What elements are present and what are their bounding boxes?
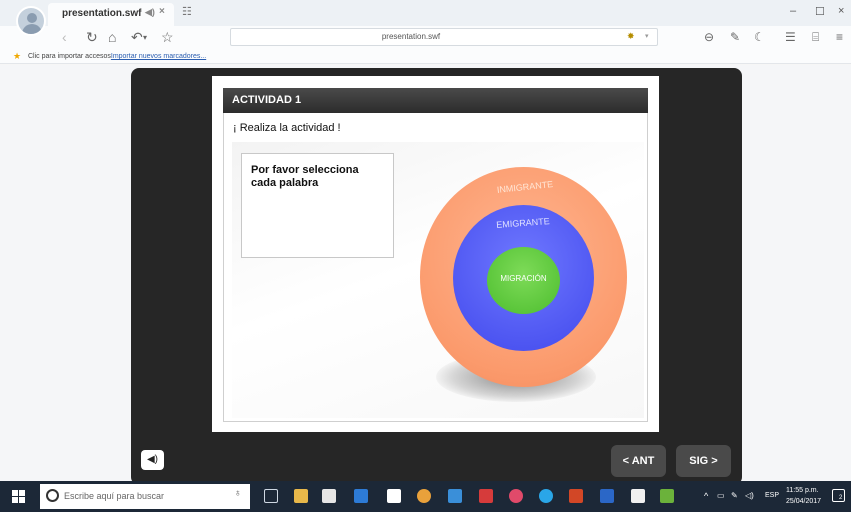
previous-button[interactable]: < ANT xyxy=(611,445,666,477)
activity-title-bar: ACTIVIDAD 1 xyxy=(223,88,648,113)
browser-tab[interactable]: presentation.swf ◀) × xyxy=(48,3,174,26)
main-menu-icon[interactable]: ≡ xyxy=(836,30,843,44)
address-url: presentation.swf xyxy=(381,32,441,41)
favorite-star-icon[interactable]: ☆ xyxy=(161,29,174,46)
prompt-box: Por favor selecciona cada palabra xyxy=(241,153,394,258)
back-icon[interactable]: ‹ xyxy=(62,29,67,45)
tab-list-icon[interactable]: ☷ xyxy=(182,5,192,18)
windows-start-icon[interactable] xyxy=(12,490,26,504)
notification-count: 2 xyxy=(839,495,843,501)
prompt-text: Por favor selecciona cada palabra xyxy=(251,164,359,189)
history-icon[interactable]: ☾ xyxy=(754,30,765,44)
ring-label-migracion: MIGRACIÓN xyxy=(500,274,547,283)
reload-icon[interactable]: ↻ xyxy=(86,29,98,46)
menu-list-icon[interactable]: ☰ xyxy=(785,30,796,44)
next-button[interactable]: SIG > xyxy=(676,445,731,477)
task-view-icon[interactable] xyxy=(264,489,278,503)
word-icon[interactable] xyxy=(600,489,614,503)
speaker-icon[interactable]: ◀) xyxy=(145,7,155,18)
browser-toolbar: ‹ ↻ ⌂ ↶ ▾ ☆ presentation.swf ✸ ▾ ⊖ ✎ ☾ ☰… xyxy=(0,26,851,50)
green-app-icon[interactable] xyxy=(660,489,674,503)
minimize-icon[interactable]: – xyxy=(790,5,796,17)
reading-icon[interactable]: ⊖ xyxy=(704,30,714,44)
tray-chevron-icon[interactable]: ^ xyxy=(704,491,708,501)
store-icon[interactable] xyxy=(322,489,336,503)
tray-time[interactable]: 11:55 p.m. xyxy=(786,487,819,494)
edge-icon[interactable] xyxy=(354,489,368,503)
import-prompt: Clic para importar accesos xyxy=(28,53,111,60)
microphone-icon[interactable]: ♁ xyxy=(234,488,242,499)
cortana-icon xyxy=(46,489,59,502)
audio-toggle-icon[interactable]: ◀) xyxy=(141,450,164,470)
import-bookmarks-link[interactable]: Importar nuevos marcadores... xyxy=(111,53,206,60)
firefox-icon[interactable] xyxy=(417,489,431,503)
active-app-icon[interactable] xyxy=(448,489,462,503)
activity-title: ACTIVIDAD 1 xyxy=(232,94,302,106)
tab-title: presentation.swf xyxy=(62,8,142,19)
bookmarks-bar: ★ Clic para importar accesosImportar nue… xyxy=(0,50,851,64)
screenshot-icon[interactable]: ⌸ xyxy=(812,30,819,45)
extension-icon[interactable]: ✸ xyxy=(627,31,635,42)
bookmark-star-icon: ★ xyxy=(13,51,22,61)
red-app-icon[interactable] xyxy=(479,489,493,503)
powerpoint-icon[interactable] xyxy=(569,489,583,503)
taskbar: Escribe aquí para buscar ♁ ^ ▭ ✎ ◁) ESP … xyxy=(0,481,851,512)
notification-center-icon[interactable]: 2 xyxy=(832,489,845,502)
home-icon[interactable]: ⌂ xyxy=(108,29,116,45)
undo-icon[interactable]: ↶ xyxy=(131,29,143,46)
taskbar-search-box[interactable]: Escribe aquí para buscar xyxy=(40,484,250,509)
skype-icon[interactable] xyxy=(539,489,553,503)
search-placeholder: Escribe aquí para buscar xyxy=(64,491,165,501)
close-tab-icon[interactable]: × xyxy=(159,6,165,17)
document-icon[interactable] xyxy=(387,489,401,503)
tray-language[interactable]: ESP xyxy=(765,492,779,499)
undo-dropdown-icon[interactable]: ▾ xyxy=(143,33,147,42)
tray-date[interactable]: 25/04/2017 xyxy=(786,498,821,505)
media-app-icon[interactable] xyxy=(509,489,523,503)
tray-pen-icon[interactable]: ✎ xyxy=(731,491,738,500)
address-bar[interactable]: presentation.swf ✸ ▾ xyxy=(230,28,658,46)
activity-instruction: ¡ Realiza la actividad ! xyxy=(233,122,341,134)
photos-icon[interactable] xyxy=(631,489,645,503)
file-explorer-icon[interactable] xyxy=(294,489,308,503)
bookmarks-text: Clic para importar accesosImportar nuevo… xyxy=(28,53,206,60)
profile-avatar[interactable] xyxy=(16,6,46,36)
address-dropdown-icon[interactable]: ▾ xyxy=(645,32,649,40)
close-window-icon[interactable]: × xyxy=(838,5,844,17)
maximize-icon[interactable]: ☐ xyxy=(815,5,825,18)
browser-tab-bar: presentation.swf ◀) × ☷ – ☐ × xyxy=(0,0,851,26)
tray-volume-icon[interactable]: ◁) xyxy=(745,491,754,500)
tray-network-icon[interactable]: ▭ xyxy=(717,491,725,500)
avatar-head xyxy=(27,13,37,23)
tools-icon[interactable]: ✎ xyxy=(730,30,740,44)
